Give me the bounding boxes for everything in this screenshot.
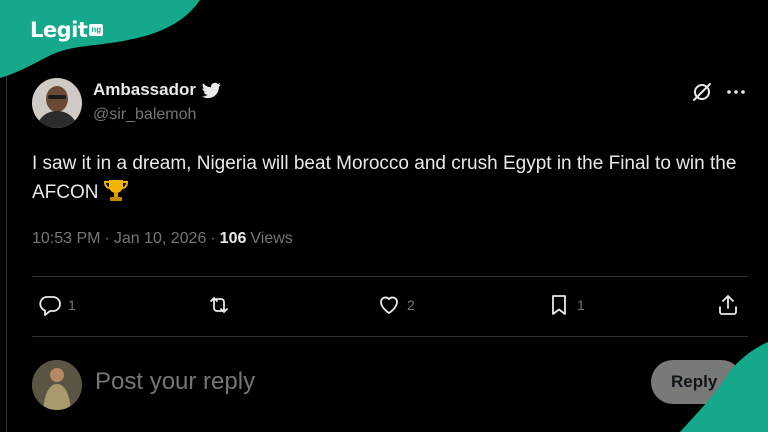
logo-text: Legit	[30, 18, 88, 42]
display-name[interactable]: Ambassador	[93, 80, 196, 100]
tweet-date[interactable]: Jan 10, 2026	[114, 230, 207, 248]
viewer-avatar[interactable]	[32, 360, 82, 410]
divider-top	[32, 276, 748, 277]
legit-logo: Legit ng	[30, 16, 104, 44]
author-handle[interactable]: @sir_balemoh	[93, 106, 196, 124]
bookmark-action[interactable]: 1	[547, 293, 585, 317]
meta-separator: ·	[104, 230, 110, 247]
repost-action[interactable]	[207, 293, 237, 317]
views-count: 106	[219, 230, 247, 247]
logo-suffix: ng	[89, 24, 104, 36]
twitter-bird-icon	[201, 82, 221, 98]
reply-count: 1	[68, 297, 76, 313]
meta-separator: ·	[210, 230, 216, 247]
tweet-text: I saw it in a dream, Nigeria will beat M…	[32, 150, 752, 211]
repost-icon	[210, 297, 228, 313]
tweet-body: I saw it in a dream, Nigeria will beat M…	[32, 153, 737, 203]
like-count: 2	[407, 297, 415, 313]
tweet-time[interactable]: 10:53 PM	[32, 230, 100, 248]
reply-icon	[39, 296, 61, 316]
bookmark-count: 1	[577, 297, 585, 313]
grok-icon[interactable]	[690, 80, 714, 104]
brand-corner-bottom	[680, 342, 768, 432]
tweet-meta: 10:53 PM · Jan 10, 2026 · 106 Views	[32, 230, 293, 248]
like-action[interactable]: 2	[377, 293, 415, 317]
heart-icon	[380, 296, 398, 314]
views-label: Views	[250, 230, 293, 247]
more-options-icon[interactable]	[724, 80, 748, 104]
reply-input[interactable]: Post your reply	[95, 368, 255, 396]
share-icon	[719, 295, 737, 315]
share-action[interactable]	[716, 293, 740, 317]
bookmark-icon	[552, 295, 566, 315]
trophy-emoji	[103, 178, 129, 211]
divider-bottom	[32, 336, 748, 337]
reply-action[interactable]: 1	[38, 293, 76, 317]
author-name-row: Ambassador	[93, 80, 221, 100]
author-avatar[interactable]	[32, 78, 82, 128]
